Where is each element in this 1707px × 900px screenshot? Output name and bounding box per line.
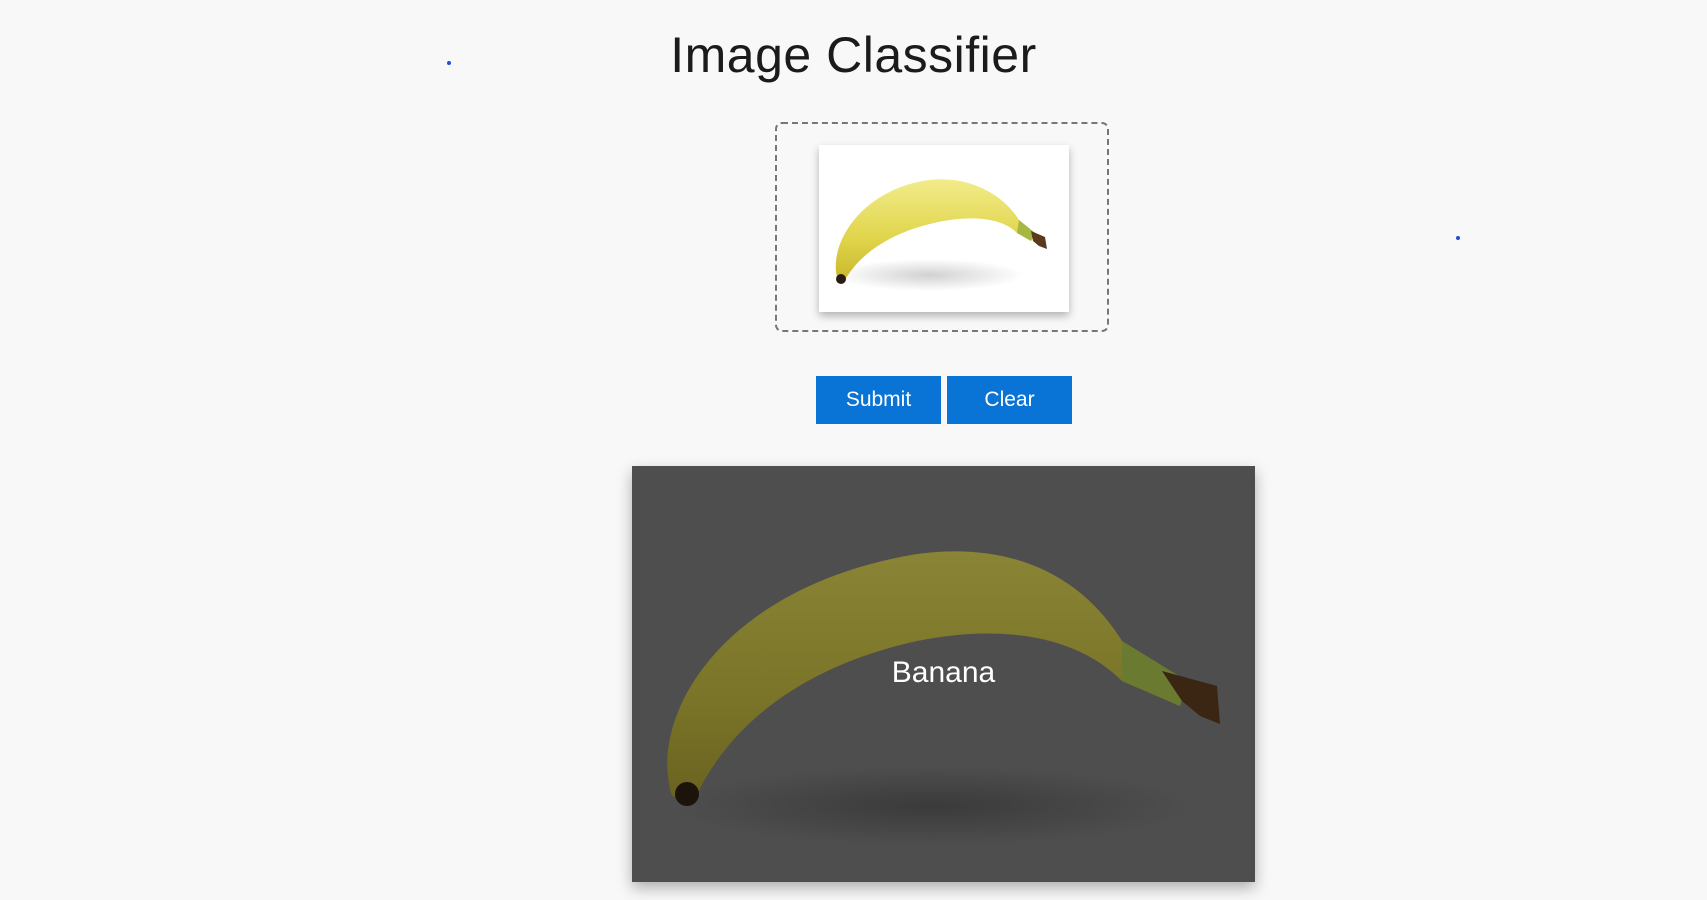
clear-button[interactable]: Clear (947, 376, 1072, 424)
page-title: Image Classifier (670, 27, 1037, 83)
predicted-label: Banana (891, 656, 996, 689)
classification-result: Banana (632, 466, 1255, 882)
uploaded-image-thumbnail (819, 145, 1069, 312)
decorative-dot (1456, 236, 1460, 240)
banana-image (834, 179, 1047, 291)
image-upload-dropzone[interactable] (775, 122, 1109, 332)
decorative-dot (447, 61, 451, 65)
page: Image Classifier Submit Clear Banana (0, 0, 1707, 900)
submit-button[interactable]: Submit (816, 376, 941, 424)
action-buttons: Submit Clear (816, 376, 1072, 424)
